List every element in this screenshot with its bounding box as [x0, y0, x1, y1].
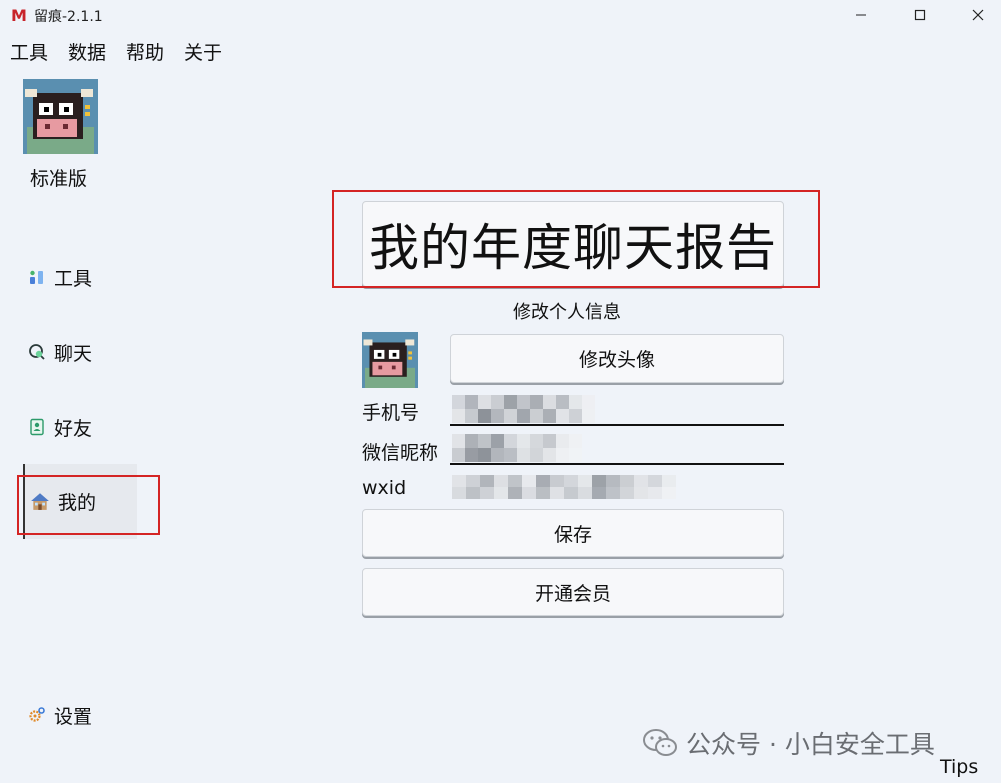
section-title: 修改个人信息 — [513, 302, 621, 323]
minimize-icon — [856, 14, 866, 16]
gear-icon — [29, 707, 45, 722]
close-button[interactable] — [955, 0, 1001, 30]
wxid-value-mosaic — [452, 475, 676, 499]
watermark: 公众号 · 小白安全工具 — [642, 725, 935, 761]
phone-label: 手机号 — [362, 402, 420, 424]
minimize-button[interactable] — [838, 0, 884, 30]
wechat-icon — [643, 729, 677, 756]
save-button[interactable]: 保存 — [362, 509, 784, 557]
watermark-text: 公众号 · 小白安全工具 — [686, 730, 935, 759]
window-title: 留痕-2.1.1 — [34, 9, 103, 25]
sidebar-item-tools[interactable]: 工具 — [28, 257, 92, 297]
tools-icon — [30, 270, 43, 284]
app-logo-icon: M — [11, 6, 27, 24]
change-avatar-button[interactable]: 修改头像 — [450, 334, 784, 383]
chat-icon — [29, 344, 45, 360]
menu-tools[interactable]: 工具 — [10, 36, 48, 66]
contacts-icon — [30, 418, 44, 436]
nickname-value-mosaic — [452, 434, 582, 462]
maximize-button[interactable] — [897, 0, 943, 30]
svg-text:M: M — [11, 6, 27, 24]
sidebar-item-chat[interactable]: 聊天 — [28, 332, 92, 372]
open-membership-button[interactable]: 开通会员 — [362, 568, 784, 616]
profile-avatar — [362, 332, 418, 388]
sidebar-item-friends[interactable]: 好友 — [28, 407, 92, 447]
sidebar-item-label: 设置 — [54, 705, 93, 728]
wxid-label: wxid — [362, 477, 407, 499]
maximize-icon — [914, 9, 926, 21]
edition-label: 标准版 — [30, 168, 88, 190]
menu-about[interactable]: 关于 — [184, 36, 222, 66]
sidebar-item-label: 好友 — [54, 417, 93, 440]
sidebar-item-label: 工具 — [54, 267, 93, 290]
sidebar-item-settings[interactable]: 设置 — [28, 695, 92, 735]
close-icon — [972, 9, 984, 21]
phone-value-mosaic — [452, 395, 595, 423]
menu-bar: 工具 数据 帮助 关于 — [0, 36, 232, 66]
highlight-box-report — [332, 190, 820, 288]
menu-data[interactable]: 数据 — [68, 36, 106, 66]
sidebar-item-label: 聊天 — [54, 342, 93, 365]
menu-help[interactable]: 帮助 — [126, 36, 164, 66]
cow-avatar — [23, 79, 98, 154]
tips-label[interactable]: Tips — [940, 756, 978, 778]
nickname-label: 微信昵称 — [362, 442, 439, 464]
title-bar: M 留痕-2.1.1 — [0, 0, 1001, 30]
highlight-box-mine — [17, 475, 160, 535]
